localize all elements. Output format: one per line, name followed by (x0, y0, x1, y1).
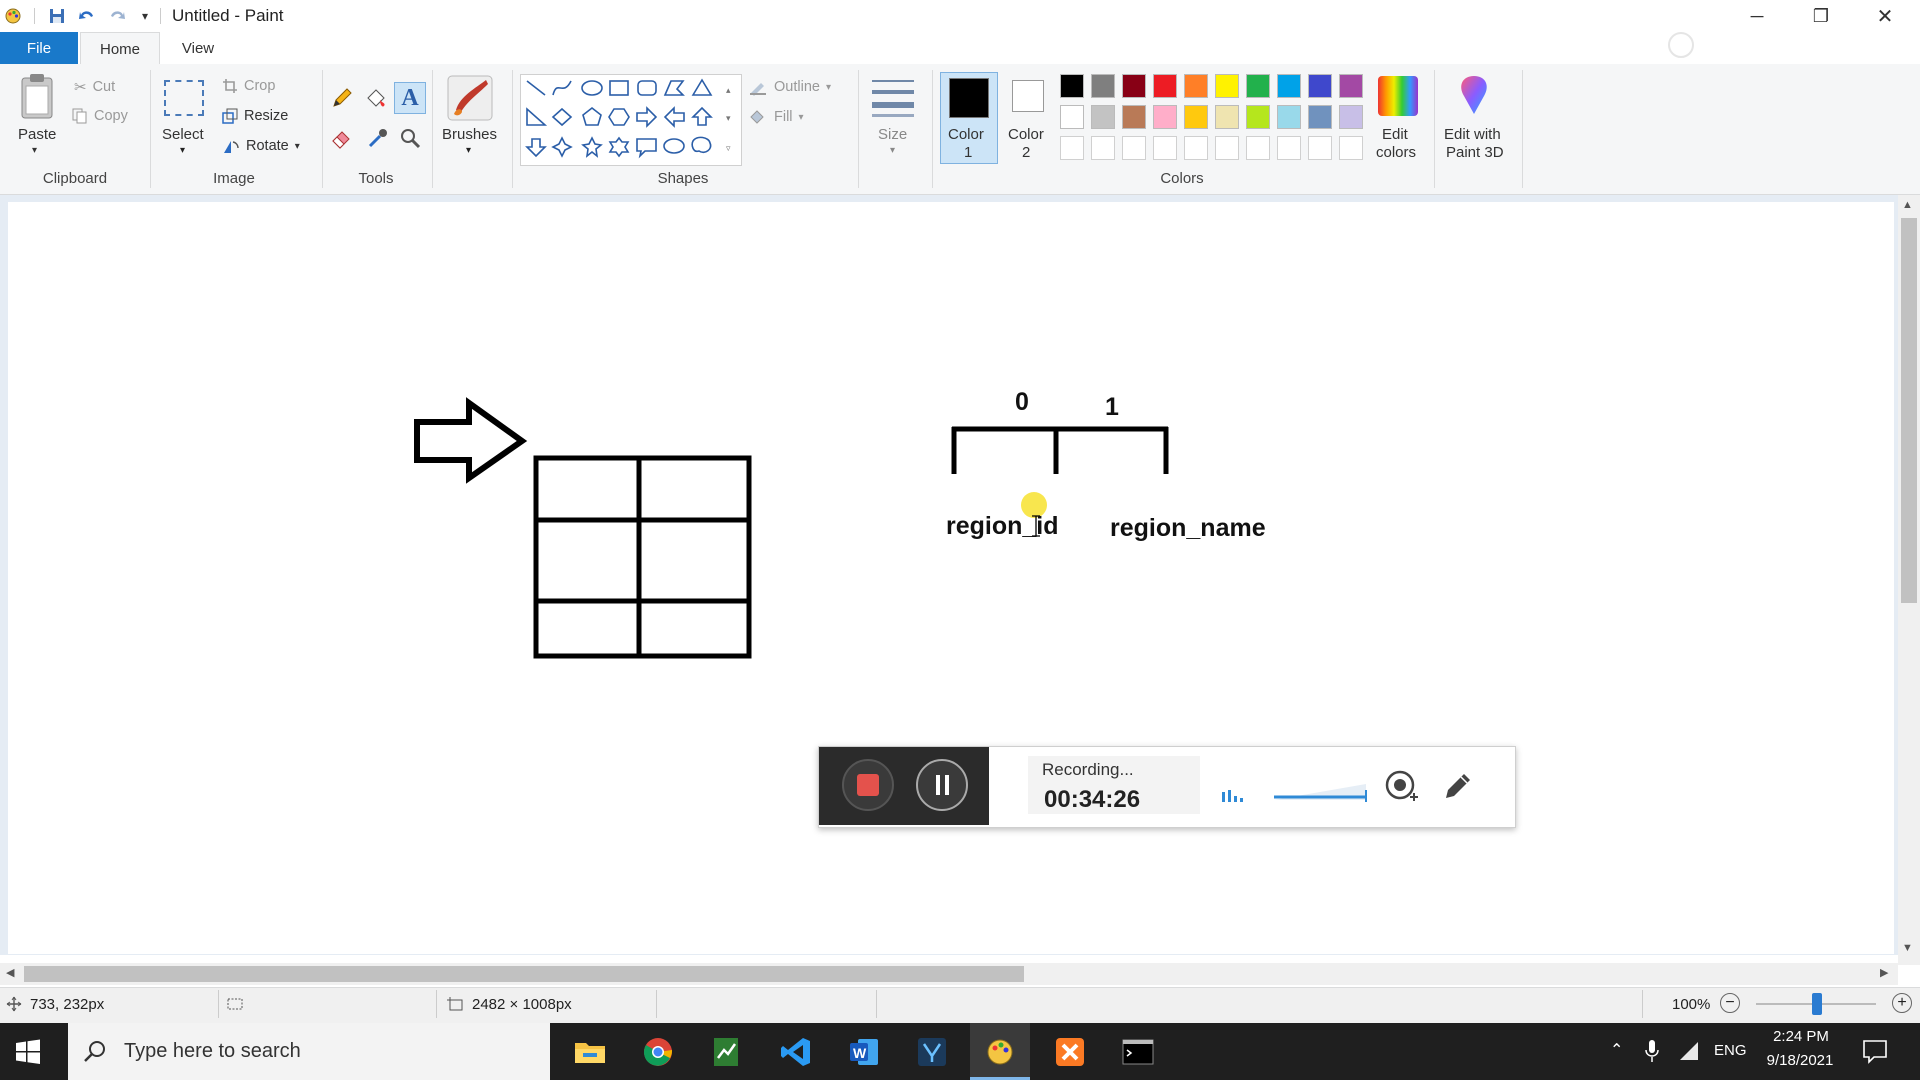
array-index-0: 0 (1015, 388, 1029, 416)
zoom-level: 100% (1672, 996, 1711, 1013)
status-bar (0, 987, 1920, 1024)
arrow-shape (414, 397, 528, 484)
audio-level-icon[interactable] (1220, 786, 1250, 809)
image-size: 2482 × 1008px (472, 996, 572, 1013)
word-icon[interactable]: W (834, 1023, 894, 1080)
paint-taskbar-icon[interactable] (970, 1023, 1030, 1080)
language-indicator[interactable]: ENG (1714, 1042, 1747, 1059)
status-divider (1642, 990, 1643, 1018)
zoom-slider-thumb[interactable] (1812, 993, 1822, 1015)
clock-date[interactable]: 9/18/2021 (1762, 1052, 1838, 1069)
array-index-1: 1 (1105, 393, 1119, 421)
status-divider (656, 990, 657, 1018)
show-hidden-icons[interactable]: ⌃ (1610, 1040, 1623, 1060)
cursor-position: 733, 232px (30, 996, 105, 1013)
status-divider (218, 990, 219, 1018)
scroll-left-icon[interactable]: ◀ (6, 966, 14, 979)
status-divider (436, 990, 437, 1018)
vscode-icon[interactable] (766, 1023, 826, 1080)
recording-status: Recording... (1042, 760, 1134, 779)
xampp-icon[interactable] (1040, 1023, 1100, 1080)
zoom-out-button[interactable]: − (1720, 993, 1740, 1013)
table-grid-shape (533, 455, 752, 659)
label-region-name: region_name (1110, 514, 1266, 542)
git-tool-icon[interactable] (902, 1023, 962, 1080)
recording-time: 00:34:26 (1044, 786, 1141, 813)
zoom-in-button[interactable]: + (1892, 993, 1912, 1013)
microphone-icon[interactable] (1644, 1038, 1660, 1069)
scroll-down-icon[interactable]: ▼ (1902, 942, 1913, 954)
label-region-id: region_id (946, 512, 1059, 540)
horizontal-scroll-thumb[interactable] (24, 966, 1024, 982)
vertical-scroll-thumb[interactable] (1901, 218, 1917, 603)
stop-recording-button[interactable] (842, 759, 894, 811)
search-icon (82, 1038, 108, 1069)
spreadsheet-app-icon[interactable] (696, 1023, 756, 1080)
file-explorer-icon[interactable] (560, 1023, 620, 1080)
wifi-icon[interactable] (1676, 1040, 1700, 1067)
image-size-icon (446, 996, 466, 1017)
scroll-right-icon[interactable]: ▶ (1880, 966, 1888, 979)
pause-icon (935, 775, 940, 795)
volume-slider[interactable] (1274, 780, 1370, 807)
windows-start-icon[interactable] (14, 1038, 42, 1071)
terminal-icon[interactable] (1108, 1023, 1168, 1080)
selection-size-icon (226, 996, 246, 1017)
stop-icon (857, 774, 879, 796)
notification-center-icon[interactable] (1862, 1038, 1888, 1069)
pause-recording-button[interactable] (916, 759, 968, 811)
svg-text:W: W (853, 1045, 867, 1061)
scroll-up-icon[interactable]: ▲ (1902, 199, 1913, 211)
status-divider (876, 990, 877, 1018)
search-placeholder: Type here to search (124, 1040, 301, 1062)
cursor-position-icon (6, 996, 22, 1017)
chrome-icon[interactable] (628, 1023, 688, 1080)
array-bracket-shape (951, 426, 1169, 474)
draw-pencil-icon[interactable] (1440, 768, 1476, 809)
clock-time[interactable]: 2:24 PM (1768, 1028, 1834, 1045)
webcam-icon[interactable] (1382, 767, 1422, 812)
